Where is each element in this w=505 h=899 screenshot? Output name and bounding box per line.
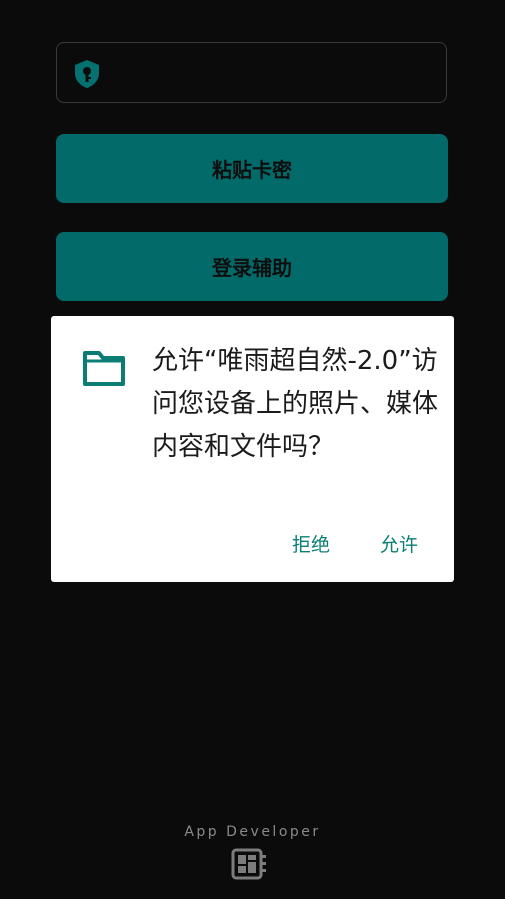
developer-label: App Developer xyxy=(184,824,321,840)
developer-board-icon xyxy=(230,846,268,882)
deny-button[interactable]: 拒绝 xyxy=(286,528,336,559)
card-key-input[interactable] xyxy=(115,53,439,95)
login-assist-button[interactable]: 登录辅助 xyxy=(56,232,448,301)
app-screen: 粘贴卡密 登录辅助 App Developer 允许“唯雨超自然-2.0”访问您… xyxy=(0,0,505,899)
permission-dialog: 允许“唯雨超自然-2.0”访问您设备上的照片、媒体内容和文件吗？ 拒绝 允许 xyxy=(51,316,454,582)
folder-icon xyxy=(82,349,126,387)
card-key-field[interactable] xyxy=(56,42,447,103)
allow-button[interactable]: 允许 xyxy=(374,528,424,559)
paste-card-key-button[interactable]: 粘贴卡密 xyxy=(56,134,448,203)
dialog-message: 允许“唯雨超自然-2.0”访问您设备上的照片、媒体内容和文件吗？ xyxy=(152,346,439,462)
shield-key-icon xyxy=(73,59,101,89)
dialog-actions: 拒绝 允许 xyxy=(286,528,424,559)
